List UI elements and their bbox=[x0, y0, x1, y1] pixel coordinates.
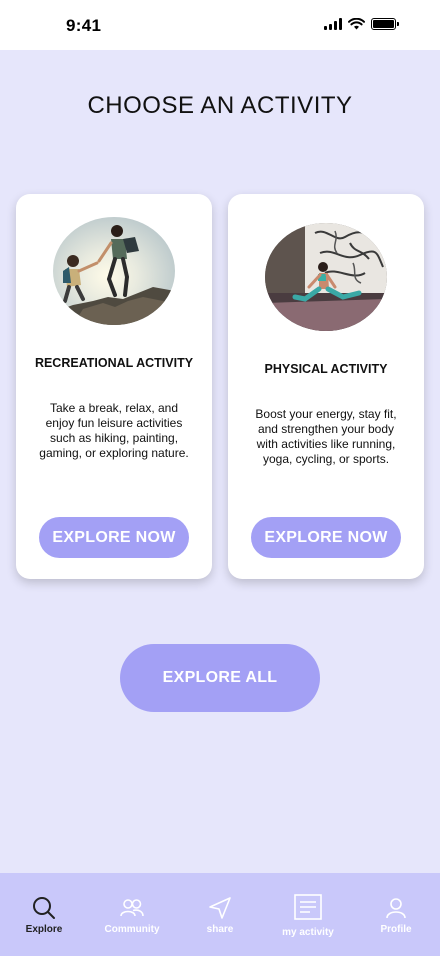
tab-label: my activity bbox=[282, 927, 334, 938]
physical-activity-card[interactable]: PHYSICAL ACTIVITY Boost your energy, sta… bbox=[228, 194, 424, 579]
card-title: PHYSICAL ACTIVITY bbox=[264, 362, 388, 376]
people-icon bbox=[120, 899, 144, 917]
explore-all-button[interactable]: EXPLORE ALL bbox=[120, 644, 320, 712]
yoga-photo-image bbox=[265, 223, 387, 331]
tab-label: share bbox=[206, 924, 234, 935]
user-icon bbox=[386, 898, 406, 919]
search-icon bbox=[33, 897, 55, 919]
tab-explore[interactable]: Explore bbox=[0, 873, 88, 956]
tab-profile[interactable]: Profile bbox=[352, 873, 440, 956]
tab-community[interactable]: Community bbox=[88, 873, 176, 956]
hiking-photo-image bbox=[53, 217, 175, 325]
document-icon bbox=[294, 894, 322, 920]
tab-label: Community bbox=[104, 924, 160, 935]
tab-label: Profile bbox=[380, 924, 412, 935]
page-title: CHOOSE AN ACTIVITY bbox=[87, 92, 353, 119]
send-icon bbox=[209, 897, 231, 919]
tab-share[interactable]: share bbox=[176, 873, 264, 956]
explore-now-button-recreational[interactable]: EXPLORE NOW bbox=[39, 517, 189, 558]
card-description: Boost your energy, stay fit, and strengt… bbox=[255, 407, 397, 466]
tab-my-activity[interactable]: my activity bbox=[264, 873, 352, 956]
explore-now-button-physical[interactable]: EXPLORE NOW bbox=[251, 517, 401, 558]
card-title: RECREATIONAL ACTIVITY bbox=[34, 356, 194, 370]
status-icons bbox=[324, 18, 399, 30]
bottom-tab-bar: Explore Community share my activity Prof… bbox=[0, 873, 440, 956]
cellular-signal-icon bbox=[324, 18, 342, 30]
status-time: 9:41 bbox=[66, 16, 102, 35]
status-bar: 9:41 bbox=[0, 0, 440, 50]
battery-icon bbox=[371, 18, 399, 30]
card-description: Take a break, relax, and enjoy fun leisu… bbox=[39, 401, 189, 460]
recreational-activity-card[interactable]: RECREATIONAL ACTIVITY Take a break, rela… bbox=[16, 194, 212, 579]
tab-label: Explore bbox=[25, 924, 63, 935]
wifi-icon bbox=[348, 18, 365, 30]
